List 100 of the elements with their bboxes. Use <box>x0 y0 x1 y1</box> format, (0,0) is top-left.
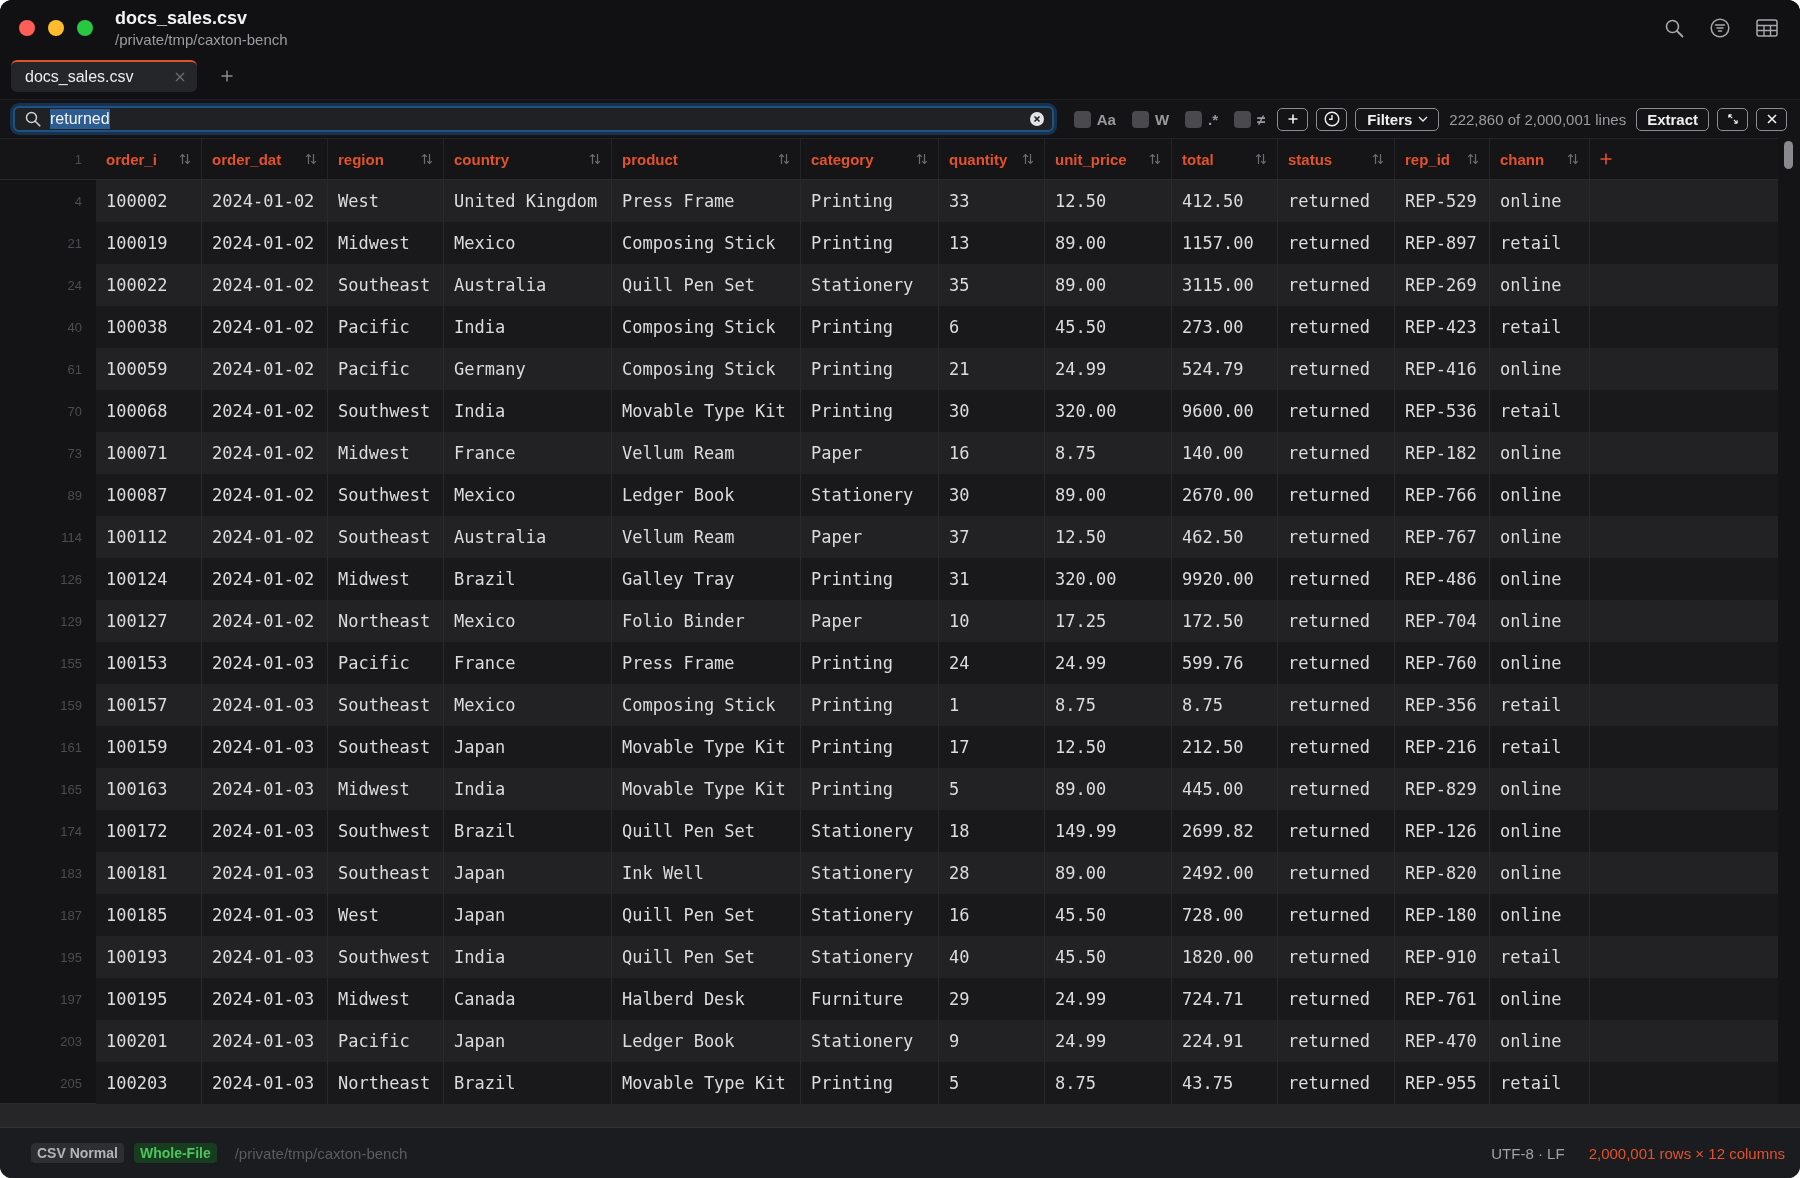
column-header[interactable]: chann <box>1490 139 1590 179</box>
row-number: 129 <box>59 612 83 631</box>
mode-badge: Whole-File <box>133 1143 217 1163</box>
row-number: 197 <box>59 990 83 1009</box>
column-header[interactable]: unit_price <box>1045 139 1172 179</box>
table-row[interactable]: 100159 2024-01-03 Southeast Japan Movable Type Kit Printing 17 12.50 212.50 returned REP-216 retail <box>96 726 1778 768</box>
row-number: 195 <box>59 948 83 967</box>
sort-icon[interactable] <box>1467 153 1479 165</box>
extract-button[interactable]: Extract <box>1636 107 1709 131</box>
filters-button[interactable]: Filters <box>1355 107 1440 131</box>
expand-button[interactable] <box>1717 107 1748 131</box>
table-row[interactable]: 100038 2024-01-02 Pacific India Composing Stick Printing 6 45.50 273.00 returned REP-423 retail <box>96 306 1778 348</box>
history-button[interactable] <box>1316 107 1348 131</box>
column-header[interactable]: quantity <box>939 139 1045 179</box>
window-close-icon[interactable] <box>19 20 35 36</box>
table-row[interactable]: 100071 2024-01-02 Midwest France Vellum Ream Paper 16 8.75 140.00 returned REP-182 online <box>96 432 1778 474</box>
table-row[interactable]: 100087 2024-01-02 Southwest Mexico Ledger Book Stationery 30 89.00 2670.00 returned REP-766 online <box>96 474 1778 516</box>
checkbox[interactable] <box>1131 110 1149 128</box>
horizontal-scrollbar[interactable] <box>0 1104 1800 1128</box>
mode-badge: CSV Normal <box>31 1143 124 1163</box>
sort-icon[interactable] <box>1372 153 1384 165</box>
table-row[interactable]: 100127 2024-01-02 Northeast Mexico Folio Binder Paper 10 17.25 172.50 returned REP-704 online <box>96 600 1778 642</box>
row-number: 24 <box>66 276 83 295</box>
option-label[interactable]: .* <box>1208 110 1219 128</box>
column-header[interactable]: country <box>444 139 612 179</box>
table-row[interactable]: 100193 2024-01-03 Southwest India Quill Pen Set Stationery 40 45.50 1820.00 returned REP-910 retail <box>96 936 1778 978</box>
checkbox[interactable] <box>1073 110 1091 128</box>
table-row[interactable]: 100153 2024-01-03 Pacific France Press Frame Printing 24 24.99 599.76 returned REP-760 online <box>96 642 1778 684</box>
column-header[interactable]: total <box>1172 139 1278 179</box>
window-minimize-icon[interactable] <box>48 20 64 36</box>
search-icon[interactable] <box>1664 18 1684 38</box>
row-number: 70 <box>66 402 83 421</box>
table-row[interactable]: 100201 2024-01-03 Pacific Japan Ledger Book Stationery 9 24.99 224.91 returned REP-470 online <box>96 1020 1778 1062</box>
row-number: 21 <box>66 234 83 253</box>
table-row[interactable]: 100019 2024-01-02 Midwest Mexico Composing Stick Printing 13 89.00 1157.00 returned REP-897 retail <box>96 222 1778 264</box>
row-number: 205 <box>59 1074 83 1093</box>
close-button[interactable] <box>1756 107 1787 131</box>
table-row[interactable]: 100059 2024-01-02 Pacific Germany Composing Stick Printing 21 24.99 524.79 returned REP-416 online <box>96 348 1778 390</box>
add-button[interactable] <box>1277 107 1309 131</box>
plus-icon <box>1287 114 1298 124</box>
caret-icon <box>1418 116 1429 122</box>
plus-icon[interactable] <box>1600 153 1612 165</box>
close-icon[interactable] <box>175 72 185 82</box>
row-number: 183 <box>59 864 83 883</box>
row-number: 1 <box>73 150 83 169</box>
column-header[interactable]: rep_id <box>1395 139 1490 179</box>
sort-icon[interactable] <box>179 153 191 165</box>
table-row[interactable]: 100203 2024-01-03 Northeast Brazil Movable Type Kit Printing 5 8.75 43.75 returned REP-955 retail <box>96 1062 1778 1104</box>
checkbox[interactable] <box>1185 110 1203 128</box>
table-row[interactable]: 100022 2024-01-02 Southeast Australia Quill Pen Set Stationery 35 89.00 3115.00 returned REP-269 online <box>96 264 1778 306</box>
option-label[interactable]: ≠ <box>1257 110 1266 128</box>
table-row[interactable]: 100163 2024-01-03 Midwest India Movable Type Kit Printing 5 89.00 445.00 returned REP-829 online <box>96 768 1778 810</box>
filter-icon[interactable] <box>1710 18 1730 38</box>
column-header[interactable]: order_i <box>96 139 202 179</box>
sort-icon[interactable] <box>421 153 433 165</box>
column-header[interactable]: product <box>612 139 801 179</box>
encoding-label: UTF-8 · LF <box>1491 1144 1565 1162</box>
row-number: 61 <box>66 360 83 379</box>
sort-icon[interactable] <box>1567 153 1579 165</box>
search-icon <box>25 111 41 127</box>
sort-icon[interactable] <box>1022 153 1034 165</box>
clock-icon <box>1323 111 1340 127</box>
expand-icon <box>1727 114 1738 124</box>
row-number: 114 <box>60 528 83 547</box>
table-row[interactable]: 100112 2024-01-02 Southeast Australia Vellum Ream Paper 37 12.50 462.50 returned REP-767 online <box>96 516 1778 558</box>
table-icon[interactable] <box>1756 19 1778 37</box>
sort-icon[interactable] <box>916 153 928 165</box>
table-row[interactable]: 100068 2024-01-02 Southwest India Movable Type Kit Printing 30 320.00 9600.00 returned REP-536 retail <box>96 390 1778 432</box>
row-number: 159 <box>59 696 83 715</box>
sort-icon[interactable] <box>1255 153 1267 165</box>
column-header[interactable]: order_dat <box>202 139 328 179</box>
table-row[interactable]: 100124 2024-01-02 Midwest Brazil Galley Tray Printing 31 320.00 9920.00 returned REP-486 online <box>96 558 1778 600</box>
sort-icon[interactable] <box>778 153 790 165</box>
row-number: 40 <box>66 318 83 337</box>
table-row[interactable]: 100185 2024-01-03 West Japan Quill Pen Set Stationery 16 45.50 728.00 returned REP-180 online <box>96 894 1778 936</box>
option-label[interactable]: Aa <box>1096 110 1116 128</box>
row-number: 155 <box>59 654 83 673</box>
search-field[interactable]: returned <box>13 106 1054 132</box>
column-header[interactable]: category <box>801 139 939 179</box>
checkbox[interactable] <box>1234 110 1252 128</box>
plus-icon[interactable] <box>221 70 233 82</box>
file-path: /private/tmp/caxton-bench <box>234 1144 408 1162</box>
column-header[interactable]: region <box>328 139 444 179</box>
row-number: 89 <box>66 486 83 505</box>
column-header[interactable]: status <box>1278 139 1395 179</box>
window-zoom-icon[interactable] <box>77 20 93 36</box>
table-row[interactable]: 100157 2024-01-03 Southeast Mexico Composing Stick Printing 1 8.75 8.75 returned REP-356 retail <box>96 684 1778 726</box>
row-number: 187 <box>59 906 83 925</box>
file-tab[interactable]: docs_sales.csv <box>11 60 197 92</box>
table-row[interactable]: 100181 2024-01-03 Southeast Japan Ink Well Stationery 28 89.00 2492.00 returned REP-820 online <box>96 852 1778 894</box>
option-label[interactable]: W <box>1154 110 1170 128</box>
table-row[interactable]: 100195 2024-01-03 Midwest Canada Halberd Desk Furniture 29 24.99 724.71 returned REP-761 online <box>96 978 1778 1020</box>
clear-icon[interactable] <box>1029 112 1044 126</box>
sort-icon[interactable] <box>1149 153 1161 165</box>
row-number: 165 <box>59 780 83 799</box>
sort-icon[interactable] <box>305 153 317 165</box>
table-row[interactable]: 100172 2024-01-03 Southwest Brazil Quill Pen Set Stationery 18 149.99 2699.82 returned REP-126 online <box>96 810 1778 852</box>
scrollbar-thumb[interactable] <box>1784 141 1793 169</box>
table-row[interactable]: 100002 2024-01-02 West United Kingdom Press Frame Printing 33 12.50 412.50 returned REP-529 online <box>96 180 1778 222</box>
sort-icon[interactable] <box>589 153 601 165</box>
